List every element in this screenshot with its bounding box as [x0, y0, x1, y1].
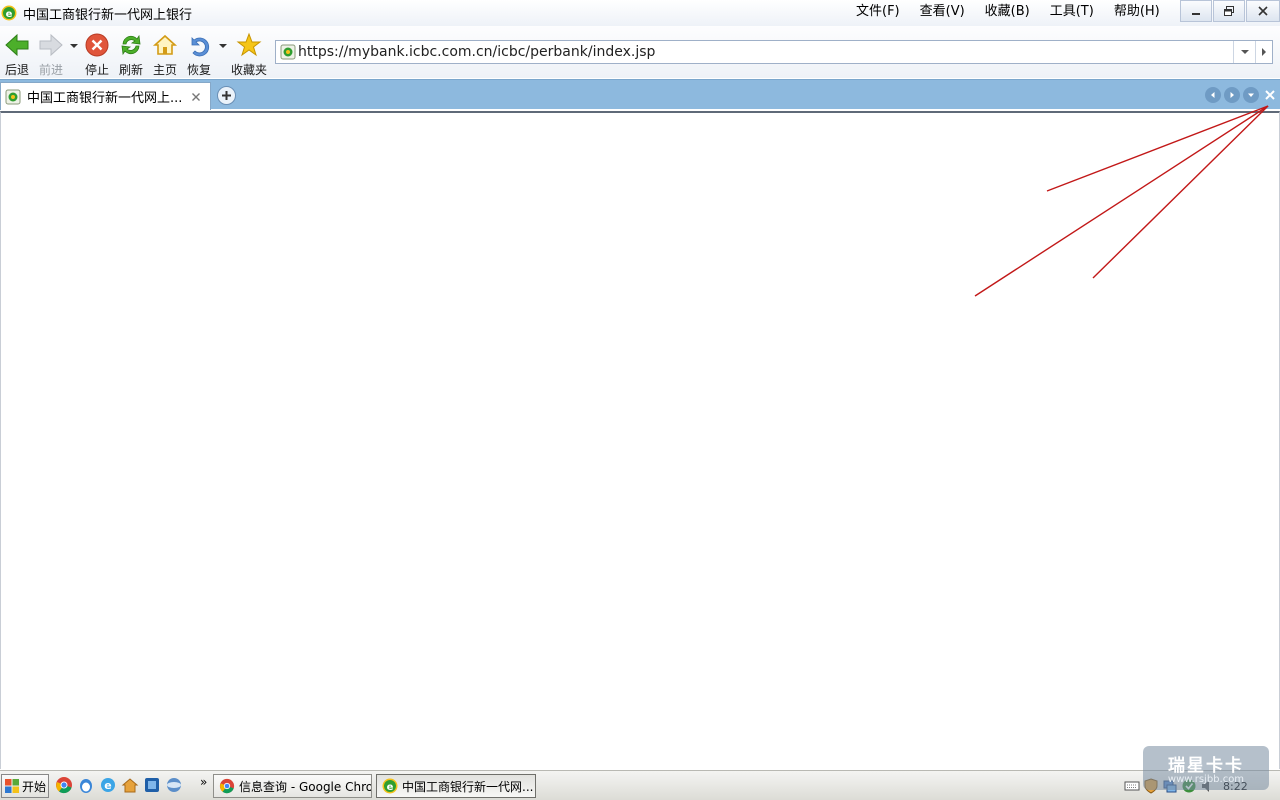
taskbar-window-title: 信息查询 - Google Chro... — [239, 779, 372, 794]
menu-favorites[interactable]: 收藏(B) — [975, 1, 1040, 23]
window-title: 中国工商银行新一代网上银行 — [23, 7, 193, 23]
star-icon — [236, 32, 262, 57]
restore-tab-button[interactable]: 恢复 — [186, 32, 212, 78]
watermark-sub: www.rsjbb.com — [1167, 774, 1245, 785]
close-window-button[interactable] — [1246, 0, 1280, 22]
watermark-logo: 瑞星卡卡 www.rsjbb.com — [1143, 746, 1269, 790]
chrome-icon — [219, 778, 235, 794]
forward-arrow-icon — [39, 33, 63, 57]
menu-help[interactable]: 帮助(H) — [1104, 1, 1170, 23]
home-label: 主页 — [152, 63, 177, 77]
home-button[interactable]: 主页 — [152, 32, 178, 78]
menu-file[interactable]: 文件(F) — [846, 1, 910, 23]
chevron-right-icon — [1230, 92, 1234, 98]
page-favicon-icon — [280, 44, 296, 60]
browser-round-icon[interactable] — [165, 776, 183, 794]
back-button[interactable]: 后退 — [4, 32, 30, 78]
stop-label: 停止 — [84, 63, 109, 77]
refresh-icon — [121, 34, 141, 56]
keyboard-icon[interactable] — [1124, 778, 1140, 794]
chevron-down-icon — [1248, 93, 1254, 97]
plus-icon — [222, 91, 231, 100]
home-icon — [152, 34, 178, 55]
show-desktop-icon[interactable] — [121, 776, 139, 794]
app-icon-blue[interactable] — [143, 776, 161, 794]
chrome-icon[interactable] — [55, 776, 73, 794]
svg-text:e: e — [6, 9, 13, 20]
tab-scroll-right-button[interactable] — [1224, 87, 1240, 103]
watermark-main: 瑞星卡卡 — [1168, 756, 1244, 776]
window-controls — [1179, 0, 1280, 22]
forward-label: 前进 — [38, 63, 63, 77]
refresh-label: 刷新 — [118, 63, 143, 77]
tab-icbc[interactable]: 中国工商银行新一代网上... — [0, 82, 211, 110]
menu-tools[interactable]: 工具(T) — [1040, 1, 1104, 23]
svg-text:e: e — [104, 779, 111, 792]
address-dropdown-button[interactable] — [1233, 41, 1255, 63]
qq-icon[interactable] — [77, 776, 95, 794]
start-label: 开始 — [22, 779, 47, 794]
title-bar: e 中国工商银行新一代网上银行 文件(F) 查看(V) 收藏(B) 工具(T) … — [0, 0, 1280, 26]
undo-icon — [191, 37, 210, 57]
tab-scroll-left-button[interactable] — [1205, 87, 1221, 103]
address-url[interactable]: https://mybank.icbc.com.cn/icbc/perbank/… — [298, 44, 1233, 60]
windows-logo-icon — [5, 779, 19, 793]
restore-dropdown-arrow[interactable] — [219, 44, 227, 48]
browser-logo-icon: e — [1, 5, 17, 21]
forward-button[interactable]: 前进 — [38, 32, 64, 78]
page-favicon-icon — [5, 89, 21, 104]
stop-button[interactable]: 停止 — [84, 32, 110, 78]
ie-icon[interactable]: e — [99, 776, 117, 794]
refresh-button[interactable]: 刷新 — [118, 32, 144, 78]
favorites-button[interactable]: 收藏夹 — [231, 32, 267, 78]
quick-launch-more[interactable]: » — [200, 775, 207, 789]
start-button[interactable]: 开始 — [1, 774, 49, 798]
close-icon — [192, 92, 200, 101]
address-bar[interactable]: https://mybank.icbc.com.cn/icbc/perbank/… — [275, 40, 1273, 64]
browser-toolbar: 后退 前进 停止 刷新 主页 恢复 收藏夹 https://mybank.icb… — [0, 26, 1280, 78]
tab-title: 中国工商银行新一代网上... — [27, 91, 183, 106]
favorites-label: 收藏夹 — [231, 63, 268, 77]
back-label: 后退 — [4, 63, 29, 77]
chevron-right-icon — [1262, 48, 1266, 56]
chevron-down-icon — [1240, 50, 1249, 54]
close-icon — [1265, 90, 1275, 100]
restore-window-icon — [1224, 6, 1234, 16]
new-tab-button[interactable] — [217, 86, 236, 105]
minimize-button[interactable] — [1180, 0, 1212, 22]
history-dropdown-arrow[interactable] — [70, 44, 78, 48]
go-button[interactable] — [1255, 41, 1272, 63]
taskbar-window-icbc[interactable]: e 中国工商银行新一代网... — [376, 774, 536, 798]
close-icon — [1258, 6, 1268, 16]
tab-list-button[interactable] — [1243, 87, 1259, 103]
page-content — [0, 111, 1280, 769]
taskbar-window-chrome[interactable]: 信息查询 - Google Chro... — [213, 774, 372, 798]
tab-close-button[interactable] — [188, 89, 204, 105]
svg-text:e: e — [387, 782, 394, 793]
quick-launch: e — [55, 776, 187, 794]
stop-icon — [85, 33, 109, 57]
restore-window-button[interactable] — [1213, 0, 1245, 22]
minimize-icon — [1192, 13, 1200, 15]
chevron-left-icon — [1211, 92, 1215, 98]
browser-logo-icon: e — [382, 778, 398, 794]
restore-label: 恢复 — [186, 63, 211, 77]
taskbar-window-title: 中国工商银行新一代网... — [402, 779, 534, 794]
tab-strip: 中国工商银行新一代网上... — [0, 79, 1280, 110]
tab-nav-controls — [1202, 87, 1278, 103]
menu-bar: 文件(F) 查看(V) 收藏(B) 工具(T) 帮助(H) — [846, 0, 1170, 24]
menu-view[interactable]: 查看(V) — [910, 1, 975, 23]
close-all-tabs-button[interactable] — [1262, 87, 1278, 103]
back-arrow-icon — [5, 33, 29, 57]
taskbar: 开始 e » 信息查询 - Google Chro... e 中国工商银行新一代… — [0, 770, 1280, 800]
